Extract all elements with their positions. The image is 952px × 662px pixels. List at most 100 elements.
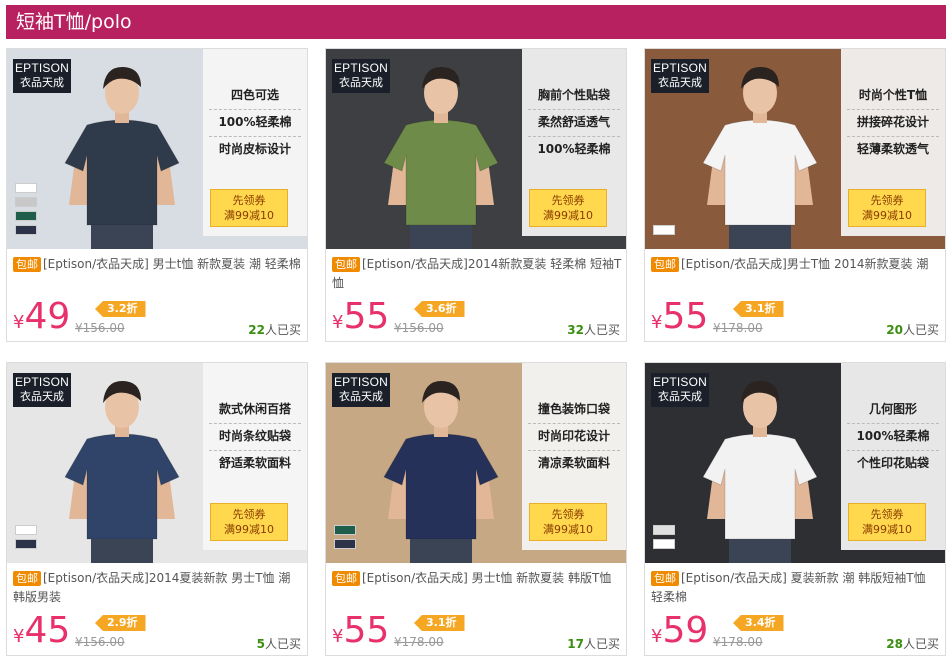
feature-text: 100%轻柔棉 xyxy=(856,429,930,443)
brand-logo: EPTISON 衣品天成 xyxy=(13,59,71,93)
product-title-link[interactable]: 包邮 [Eptison/衣品天成]男士T恤 2014新款夏装 潮 xyxy=(651,255,941,295)
original-price: ¥156.00 xyxy=(75,321,125,335)
sold-number: 32 xyxy=(567,323,584,337)
sold-number: 28 xyxy=(886,637,903,651)
coupon-terms: 满99减10 xyxy=(862,209,912,222)
brand-logo-cn: 衣品天成 xyxy=(658,391,702,403)
currency-symbol: ¥ xyxy=(13,312,25,333)
currency-symbol: ¥ xyxy=(651,312,663,333)
brand-logo-cn: 衣品天成 xyxy=(339,77,383,89)
discount-tag: 3.2折 xyxy=(95,301,146,317)
price: ¥55 xyxy=(651,297,708,343)
coupon-button[interactable]: 先领券满99减10 xyxy=(848,189,926,227)
feature-panel: 时尚个性T恤 拼接碎花设计 轻薄柔软透气 先领券 满99减10 xyxy=(841,49,945,236)
color-swatch[interactable] xyxy=(15,539,37,549)
discount-tag: 3.4折 xyxy=(733,615,784,631)
coupon-button[interactable]: 先领券 满99减10 xyxy=(210,503,288,541)
product-title-link[interactable]: 包邮 [Eptison/衣品天成]2014夏装新款 男士T恤 潮 韩版男装 xyxy=(13,569,303,609)
section-title: 短袖T恤/polo xyxy=(16,11,132,33)
product-image[interactable]: EPTISON 衣品天成 几何图形 100%轻柔棉 个性印花贴袋 先领券 满99减10 xyxy=(645,363,945,563)
sold-label: 人已买 xyxy=(264,323,301,337)
price-value: 55 xyxy=(343,610,390,651)
sold-number: 17 xyxy=(567,637,584,651)
sold-count: 5人已买 xyxy=(257,635,301,652)
coupon-button[interactable]: 先领券 满99减10 xyxy=(529,503,607,541)
divider xyxy=(847,109,939,110)
coupon-label: 先领券 xyxy=(551,194,585,207)
color-swatch[interactable] xyxy=(653,525,675,535)
feature-text: 胸前个性贴袋 xyxy=(537,88,610,102)
feature-text: 100%轻柔棉 xyxy=(537,142,611,156)
color-swatch[interactable] xyxy=(15,183,37,193)
price-value: 49 xyxy=(24,296,71,337)
brand-logo-en: EPTISON xyxy=(652,61,708,75)
product-title: [Eptison/衣品天成]男士T恤 2014新款夏装 潮 xyxy=(681,257,929,271)
sold-count: 20人已买 xyxy=(886,321,939,338)
discount-tag: 3.1折 xyxy=(414,615,465,631)
product-card[interactable]: EPTISON 衣品天成 时尚个性T恤 拼接碎花设计 轻薄柔软透气 先领券 满99减10 包邮… xyxy=(644,48,946,342)
divider xyxy=(209,450,301,451)
product-title-link[interactable]: 包邮 [Eptison/衣品天成]2014新款夏装 轻柔棉 短袖T恤 xyxy=(332,255,622,295)
feature-text: 撞色装饰口袋 xyxy=(537,402,610,416)
color-swatch[interactable] xyxy=(15,525,37,535)
coupon-terms: 满99减10 xyxy=(224,209,274,222)
product-title: [Eptison/衣品天成] 夏装新款 潮 韩版短袖T恤 轻柔棉 xyxy=(651,571,926,604)
product-card[interactable]: EPTISON 衣品天成 几何图形 100%轻柔棉 个性印花贴袋 先领券 满99减10 包邮[… xyxy=(644,362,946,656)
product-image[interactable]: EPTISON 衣品天成 胸前个性贴袋 柔然舒适透气 100%轻柔棉 先领券 满99减10 xyxy=(326,49,626,249)
coupon-button[interactable]: 先领券满99减10 xyxy=(210,189,288,227)
coupon-label: 先领券 xyxy=(551,508,585,521)
product-title-link[interactable]: 包邮 [Eptison/衣品天成] 夏装新款 潮 韩版短袖T恤 轻柔棉 xyxy=(651,569,941,609)
color-swatch[interactable] xyxy=(653,225,675,235)
divider xyxy=(209,423,301,424)
feature-text: 个性印花贴袋 xyxy=(856,456,929,470)
product-card[interactable]: EPTISON 衣品天成 四色可选 100%轻柔棉 时尚皮标设计 先领券 满99减10 包邮[… xyxy=(6,48,308,342)
divider xyxy=(847,423,939,424)
product-title: [Eptison/衣品天成] 男士t恤 新款夏装 潮 轻柔棉 xyxy=(43,257,301,271)
product-card[interactable]: EPTISON 衣品天成 款式休闲百搭 时尚条纹贴袋 舒适柔软面料 先领券 满99减10 包邮… xyxy=(6,362,308,656)
color-swatch[interactable] xyxy=(15,211,37,221)
feature-text: 柔然舒适透气 xyxy=(537,115,610,129)
divider xyxy=(847,136,939,137)
color-swatch[interactable] xyxy=(15,197,37,207)
free-shipping-badge: 包邮 xyxy=(651,571,679,586)
color-swatches xyxy=(15,525,37,553)
product-card[interactable]: EPTISON 衣品天成 胸前个性贴袋 柔然舒适透气 100%轻柔棉 先领券 满99减10 包… xyxy=(325,48,627,342)
free-shipping-badge: 包邮 xyxy=(332,571,360,586)
feature-text: 时尚条纹贴袋 xyxy=(218,429,291,443)
sold-number: 22 xyxy=(248,323,265,337)
brand-logo-en: EPTISON xyxy=(333,375,389,389)
product-image[interactable]: EPTISON 衣品天成 时尚个性T恤 拼接碎花设计 轻薄柔软透气 先领券 满99减10 xyxy=(645,49,945,249)
product-card[interactable]: EPTISON 衣品天成 撞色装饰口袋 时尚印花设计 清凉柔软面料 先领券 满99减10 包邮… xyxy=(325,362,627,656)
feature-panel: 四色可选 100%轻柔棉 时尚皮标设计 先领券 满99减10 xyxy=(203,49,307,236)
coupon-label: 先领券 xyxy=(870,194,904,207)
price-value: 55 xyxy=(662,296,709,337)
coupon-label: 先领券 xyxy=(870,508,904,521)
product-image[interactable]: EPTISON 衣品天成 四色可选 100%轻柔棉 时尚皮标设计 先领券 满99减10 xyxy=(7,49,307,249)
feature-text: 时尚皮标设计 xyxy=(218,142,291,156)
product-title-link[interactable]: 包邮 [Eptison/衣品天成] 男士t恤 新款夏装 潮 轻柔棉 xyxy=(13,255,303,295)
product-image[interactable]: EPTISON 衣品天成 款式休闲百搭 时尚条纹贴袋 舒适柔软面料 先领券 满99减10 xyxy=(7,363,307,563)
free-shipping-badge: 包邮 xyxy=(332,257,360,272)
feature-text: 拼接碎花设计 xyxy=(856,115,929,129)
product-title: [Eptison/衣品天成] 男士t恤 新款夏装 韩版T恤 xyxy=(362,571,612,585)
sold-count: 28人已买 xyxy=(886,635,939,652)
coupon-terms: 满99减10 xyxy=(543,209,593,222)
color-swatch[interactable] xyxy=(334,539,356,549)
original-price: ¥156.00 xyxy=(75,635,125,649)
brand-logo: EPTISON 衣品天成 xyxy=(13,373,71,407)
price: ¥45 xyxy=(13,611,70,657)
brand-logo-en: EPTISON xyxy=(652,375,708,389)
coupon-button[interactable]: 先领券满99减10 xyxy=(529,189,607,227)
product-title-link[interactable]: 包邮 [Eptison/衣品天成] 男士t恤 新款夏装 韩版T恤 xyxy=(332,569,622,609)
feature-text: 时尚个性T恤 xyxy=(858,88,928,102)
coupon-label: 先领券 xyxy=(232,194,266,207)
color-swatch[interactable] xyxy=(15,225,37,235)
original-price: ¥178.00 xyxy=(394,635,444,649)
product-image[interactable]: EPTISON 衣品天成 撞色装饰口袋 时尚印花设计 清凉柔软面料 先领券 满99减10 xyxy=(326,363,626,563)
color-swatch[interactable] xyxy=(334,525,356,535)
color-swatch[interactable] xyxy=(653,539,675,549)
sold-number: 20 xyxy=(886,323,903,337)
coupon-terms: 满99减10 xyxy=(862,523,912,536)
color-swatches xyxy=(653,225,675,239)
coupon-button[interactable]: 先领券满99减10 xyxy=(848,503,926,541)
